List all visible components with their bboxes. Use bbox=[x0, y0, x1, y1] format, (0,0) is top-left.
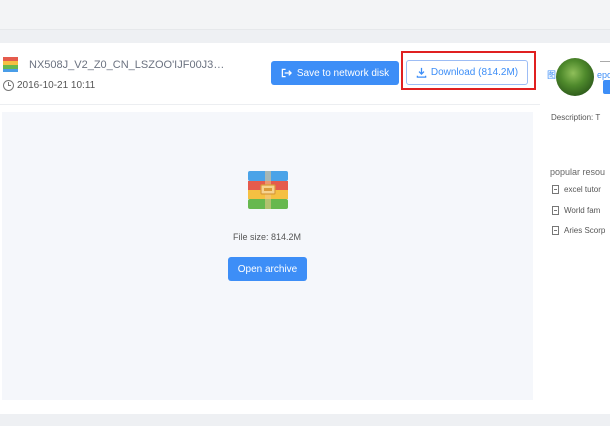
popular-item-label: excel tutor bbox=[564, 185, 601, 194]
archive-icon bbox=[248, 171, 288, 209]
document-icon bbox=[552, 206, 559, 215]
uploader-name-prefix: 图 bbox=[547, 70, 557, 80]
top-bar bbox=[0, 0, 610, 30]
save-button-label: Save to network disk bbox=[296, 67, 390, 79]
follow-button[interactable] bbox=[603, 80, 610, 94]
save-to-network-disk-button[interactable]: Save to network disk bbox=[271, 61, 399, 85]
download-button[interactable]: Download (814.2M) bbox=[406, 60, 528, 85]
popular-item-label: World fam bbox=[564, 206, 601, 215]
document-icon bbox=[552, 226, 559, 235]
export-icon bbox=[281, 68, 292, 78]
clock-icon bbox=[3, 80, 14, 91]
popular-item[interactable]: Aries Scorp bbox=[552, 226, 605, 235]
popular-item[interactable]: excel tutor bbox=[552, 185, 601, 194]
document-icon bbox=[552, 185, 559, 194]
uploader-mark bbox=[600, 61, 610, 62]
avatar[interactable] bbox=[556, 58, 594, 96]
popular-item-label: Aries Scorp bbox=[564, 226, 606, 235]
archive-preview bbox=[2, 112, 533, 400]
popular-item[interactable]: World fam bbox=[552, 206, 600, 215]
popular-resources-title: popular resou bbox=[550, 167, 606, 177]
file-name: NX508J_V2_Z0_CN_LSZOO'IJF00J324-u... bbox=[29, 59, 229, 71]
header-divider bbox=[0, 104, 540, 105]
file-size: File size: 814.2M bbox=[232, 232, 302, 242]
archive-file-icon bbox=[3, 57, 18, 72]
download-icon bbox=[416, 67, 427, 78]
description: Description: T bbox=[551, 113, 601, 122]
open-archive-button[interactable]: Open archive bbox=[228, 257, 307, 281]
download-button-label: Download (814.2M) bbox=[430, 67, 519, 78]
upload-date: 2016-10-21 10:11 bbox=[17, 80, 96, 91]
